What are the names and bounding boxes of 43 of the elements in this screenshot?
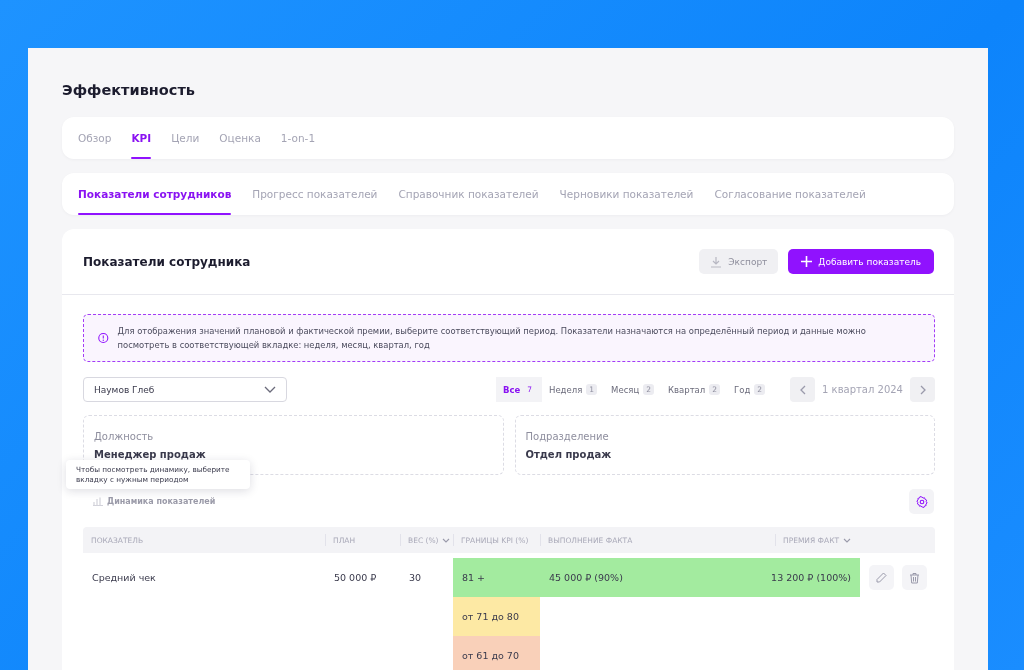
tab[interactable]: 1-on-1: [280, 117, 316, 159]
trash-icon: [909, 571, 920, 584]
delete-button[interactable]: [902, 565, 927, 590]
chevron-left-icon: [799, 384, 806, 395]
bar-chart-icon: [93, 497, 103, 506]
pencil-icon: [876, 572, 887, 583]
notice-text: Для отображения значений плановой и фактической премии, выберите соответствующий период. Показатели назначаются на определённый период и данные можно посмотреть в соответствующей вкладке: неделя, месяц, квартал, год: [117, 325, 867, 352]
table-cell-text: Средний чек: [91, 571, 157, 585]
next-button[interactable]: [910, 377, 935, 402]
tab[interactable]: Показатели сотрудников: [78, 173, 232, 215]
edit-button[interactable]: [869, 565, 894, 590]
field-label: Подразделение: [525, 431, 610, 442]
tab[interactable]: Согласование показателей: [714, 173, 866, 215]
table-cell-text: 50 000 ₽: [333, 571, 378, 585]
plus-icon: [801, 256, 813, 267]
field-value: Отдел продаж: [525, 449, 613, 460]
tab[interactable]: Оценка: [219, 117, 261, 159]
chevron-down-icon: [264, 386, 276, 393]
field-value: Менеджер продаж: [94, 449, 207, 460]
tab[interactable]: Черновики показателей: [559, 173, 694, 215]
kpi-range-cell: 81 +: [453, 558, 540, 597]
table-cell-text: 30: [408, 571, 423, 585]
tab[interactable]: Прогресс показателей: [252, 173, 378, 215]
page-title: Эффективность: [62, 81, 196, 100]
previous-button[interactable]: [790, 377, 816, 402]
sort-caret-icon: [442, 537, 451, 543]
add-button[interactable]: Добавить показатель: [788, 249, 934, 274]
field-label: Должность: [94, 431, 155, 442]
tab[interactable]: Цели: [171, 117, 200, 159]
employee-select[interactable]: Наумов Глеб: [83, 377, 287, 402]
period-label: 1 квартал 2024: [821, 384, 904, 395]
kpi-range-cell: от 71 до 80: [453, 597, 540, 636]
sort-caret-icon: [843, 537, 852, 543]
tab[interactable]: Обзор: [78, 117, 112, 159]
tab[interactable]: KPI: [131, 117, 152, 159]
chevron-right-icon: [919, 384, 926, 395]
section-title: Показатели сотрудника: [83, 254, 252, 269]
info-icon: [98, 331, 109, 345]
settings-button[interactable]: [909, 489, 934, 514]
download-icon: [710, 255, 723, 268]
tab[interactable]: Справочник показателей: [398, 173, 539, 215]
kpi-range-cell: от 61 до 70: [453, 636, 540, 670]
settings-icon: [915, 495, 928, 508]
